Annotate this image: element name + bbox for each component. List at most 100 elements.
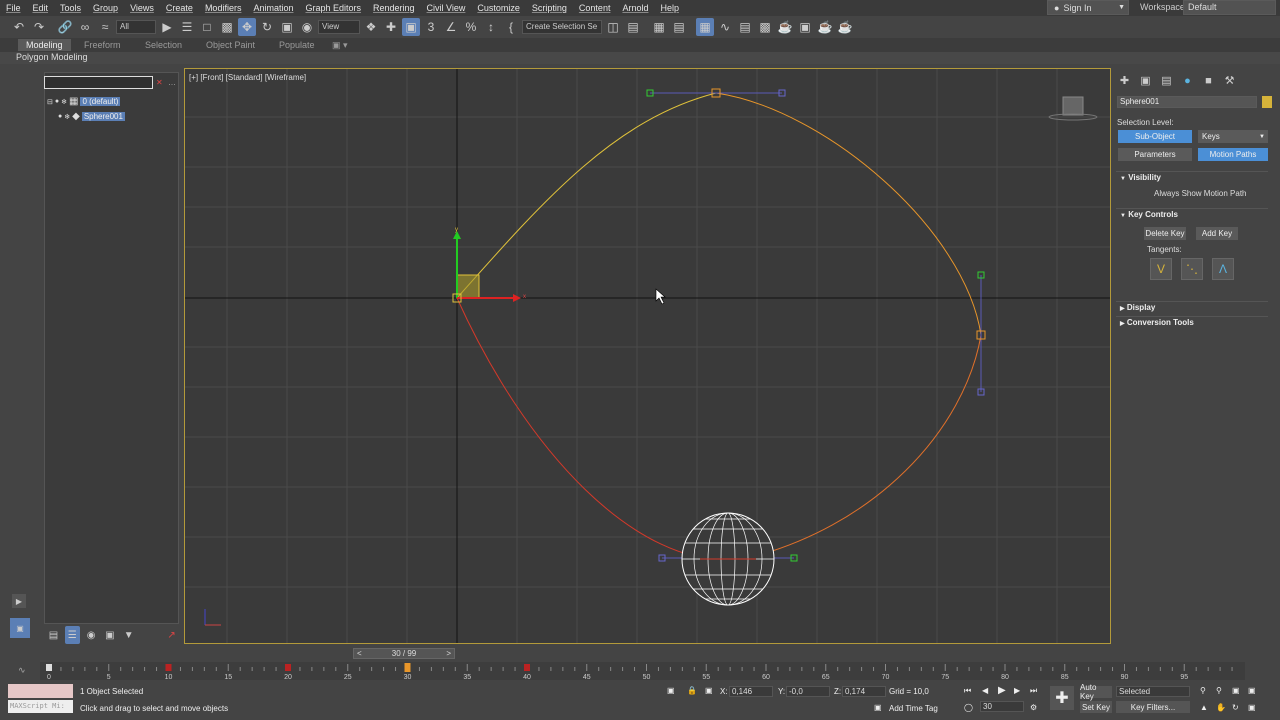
menu-animation[interactable]: Animation — [247, 0, 299, 16]
delete-key-button[interactable]: Delete Key — [1144, 227, 1186, 240]
keyboard-shortcut-toggle-icon[interactable]: ▣ — [402, 18, 420, 36]
unlink-icon[interactable]: ∞ — [76, 18, 94, 36]
key-mode-icon[interactable]: ◯ — [964, 703, 973, 712]
isolate-selection-icon[interactable]: ▣ — [667, 686, 675, 695]
menu-graph-editors[interactable]: Graph Editors — [299, 0, 367, 16]
zoom-icon[interactable]: ⚲ — [1200, 686, 1206, 695]
menu-arnold[interactable]: Arnold — [616, 0, 654, 16]
menu-file[interactable]: File — [0, 0, 27, 16]
modify-tab-icon[interactable]: ▣ — [1139, 74, 1152, 87]
select-rotate-icon[interactable]: ↻ — [258, 18, 276, 36]
tree-row-layer[interactable]: ⊟ ● ❄ ▦ 0 (default) — [47, 96, 121, 107]
menu-views[interactable]: Views — [124, 0, 160, 16]
ribbon-panel-label[interactable]: Polygon Modeling — [16, 52, 88, 62]
undo-icon[interactable]: ↶ — [10, 18, 28, 36]
motion-path-segment-4[interactable] — [456, 297, 741, 561]
maxscript-listener-output[interactable] — [8, 684, 73, 698]
keyframe-marker[interactable] — [165, 664, 172, 671]
sort-by-layer-icon[interactable]: ☰ — [64, 626, 80, 644]
key-set-dropdown[interactable]: Selected — [1116, 686, 1190, 697]
select-object-icon[interactable]: ▶ — [158, 18, 176, 36]
select-scale-icon[interactable]: ▣ — [278, 18, 296, 36]
eye-icon[interactable]: ● — [55, 98, 59, 105]
mirror-icon[interactable]: ◫ — [604, 18, 622, 36]
sphere-wireframe[interactable] — [681, 512, 775, 606]
freeze-icon[interactable]: ❄ — [61, 98, 67, 106]
menu-edit[interactable]: Edit — [27, 0, 55, 16]
toggle-ribbon-icon[interactable]: ▤ — [670, 18, 688, 36]
key-controls-rollout[interactable]: ▼ Key Controls — [1116, 208, 1268, 220]
current-frame-marker[interactable] — [404, 663, 411, 672]
always-show-motion-path-checkbox[interactable]: Always Show Motion Path — [1154, 189, 1247, 198]
z-coordinate-field[interactable]: 0,174 — [842, 686, 886, 697]
menu-content[interactable]: Content — [573, 0, 617, 16]
tab-object-paint[interactable]: Object Paint — [198, 39, 263, 51]
filter-icon[interactable]: ▼ — [121, 626, 136, 644]
sign-in-button[interactable]: ● Sign In ▼ — [1047, 0, 1129, 15]
menu-tools[interactable]: Tools — [54, 0, 87, 16]
redo-icon[interactable]: ↷ — [30, 18, 48, 36]
current-frame-field[interactable]: 30 — [980, 701, 1024, 712]
move-gizmo-icon[interactable]: ✚ — [382, 18, 400, 36]
render-setup-icon[interactable]: ☕ — [776, 18, 794, 36]
motion-path-segment-1[interactable] — [456, 92, 717, 299]
x-coordinate-field[interactable]: 0,146 — [729, 686, 773, 697]
menu-customize[interactable]: Customize — [471, 0, 526, 16]
window-crossing-icon[interactable]: ▩ — [218, 18, 236, 36]
workspaces-dropdown[interactable]: Default — [1183, 0, 1276, 15]
display-objects-icon[interactable]: ◉ — [84, 626, 99, 644]
curve-editor-icon[interactable]: ∿ — [716, 18, 734, 36]
pan-view-icon[interactable]: ✋ — [1216, 703, 1226, 712]
menu-modifiers[interactable]: Modifiers — [199, 0, 248, 16]
field-of-view-icon[interactable]: ▲ — [1200, 703, 1208, 712]
bind-space-warp-icon[interactable]: ≈ — [96, 18, 114, 36]
previous-frame-icon[interactable]: < — [357, 649, 362, 658]
keys-dropdown[interactable]: Keys ▼ — [1198, 130, 1268, 143]
viewport-label[interactable]: [+] [Front] [Standard] [Wireframe] — [189, 73, 306, 82]
parameters-button[interactable]: Parameters — [1118, 148, 1192, 161]
set-key-button[interactable]: Set Key — [1080, 701, 1112, 713]
scene-explorer-icon[interactable]: ▦ — [696, 18, 714, 36]
go-to-start-icon[interactable]: ⏮ — [964, 686, 971, 696]
menu-scripting[interactable]: Scripting — [526, 0, 573, 16]
link-icon[interactable]: 🔗 — [56, 18, 74, 36]
object-name-field[interactable]: Sphere001 — [1117, 96, 1257, 108]
tangent-smooth-icon[interactable]: V — [1150, 258, 1172, 280]
toggle-explorer-icon[interactable]: ▣ — [10, 618, 30, 638]
keyframe-marker[interactable] — [46, 664, 52, 671]
next-key-icon[interactable]: ▶ — [1014, 686, 1020, 695]
auto-key-button[interactable]: Auto Key — [1080, 683, 1112, 701]
y-coordinate-field[interactable]: -0,0 — [786, 686, 830, 697]
reference-coordinate-dropdown[interactable]: View — [318, 20, 360, 34]
menu-create[interactable]: Create — [160, 0, 199, 16]
selection-lock-icon[interactable]: 🔒 — [687, 686, 697, 695]
pick-icon[interactable]: ↗ — [164, 626, 179, 644]
tab-populate[interactable]: Populate — [271, 39, 323, 51]
menu-rendering[interactable]: Rendering — [367, 0, 421, 16]
layer-explorer-icon[interactable]: ▦ — [650, 18, 668, 36]
key-filters-button[interactable]: Key Filters... — [1116, 701, 1190, 713]
menu-group[interactable]: Group — [87, 0, 124, 16]
sort-by-hierarchy-icon[interactable]: ▤ — [46, 626, 61, 644]
select-move-icon[interactable]: ✥ — [238, 18, 256, 36]
render-production-icon[interactable]: ☕ — [816, 18, 834, 36]
render-iterative-icon[interactable]: ☕ — [836, 18, 854, 36]
ribbon-options-icon[interactable]: ▣ ▾ — [324, 39, 356, 51]
menu-help[interactable]: Help — [654, 0, 685, 16]
orbit-icon[interactable]: ↻ — [1232, 703, 1239, 712]
snaps-toggle-icon[interactable]: 3 — [422, 18, 440, 36]
tangent-custom-icon[interactable]: Λ — [1212, 258, 1234, 280]
expand-icon[interactable]: ⊟ — [47, 98, 53, 106]
display-geometry-icon[interactable]: ▣ — [102, 626, 117, 644]
move-gizmo[interactable]: y x — [452, 227, 526, 303]
zoom-all-icon[interactable]: ⚲ — [1216, 686, 1222, 695]
track-bar[interactable]: 0 5 10 15 20 25 30 35 40 45 50 55 60 65 70 75 80 85 90 95 — [40, 662, 1245, 681]
tab-modeling[interactable]: Modeling — [18, 39, 71, 51]
maximize-viewport-icon[interactable]: ▣ — [1248, 703, 1256, 712]
absolute-mode-icon[interactable]: ▣ — [705, 686, 713, 695]
motion-tab-icon[interactable]: ● — [1181, 74, 1194, 87]
selection-filter-dropdown[interactable]: All — [116, 20, 156, 34]
front-viewport[interactable]: y x [+] [Front] [Standard] [Wireframe] — [184, 68, 1111, 644]
pivot-center-icon[interactable]: ❖ — [362, 18, 380, 36]
freeze-icon[interactable]: ❄ — [64, 113, 70, 121]
